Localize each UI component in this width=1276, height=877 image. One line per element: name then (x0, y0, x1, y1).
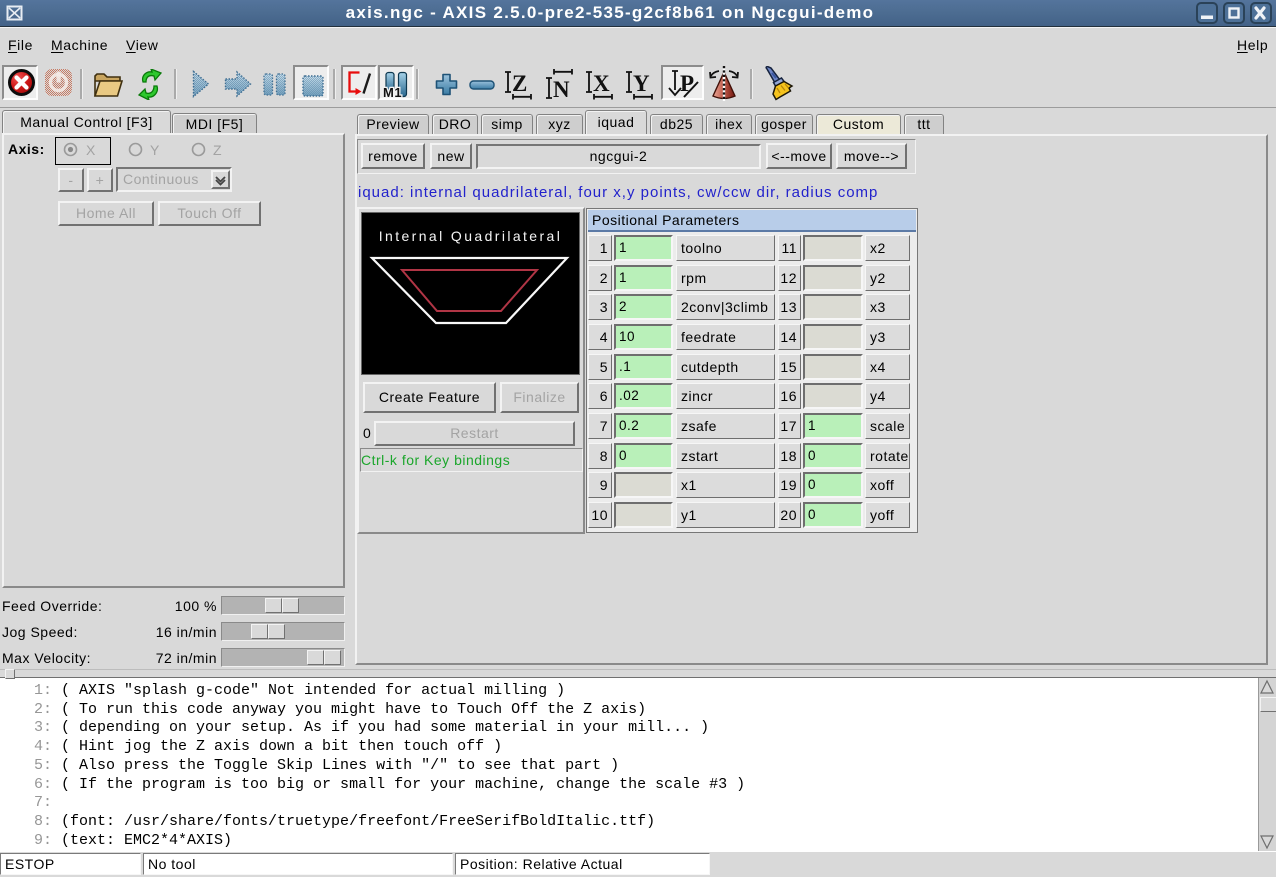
svg-text:M1: M1 (383, 85, 402, 98)
svg-text:Z: Z (512, 71, 528, 96)
svg-text:X: X (593, 71, 610, 96)
svg-text:N: N (553, 77, 570, 100)
svg-text:Y: Y (633, 71, 650, 96)
